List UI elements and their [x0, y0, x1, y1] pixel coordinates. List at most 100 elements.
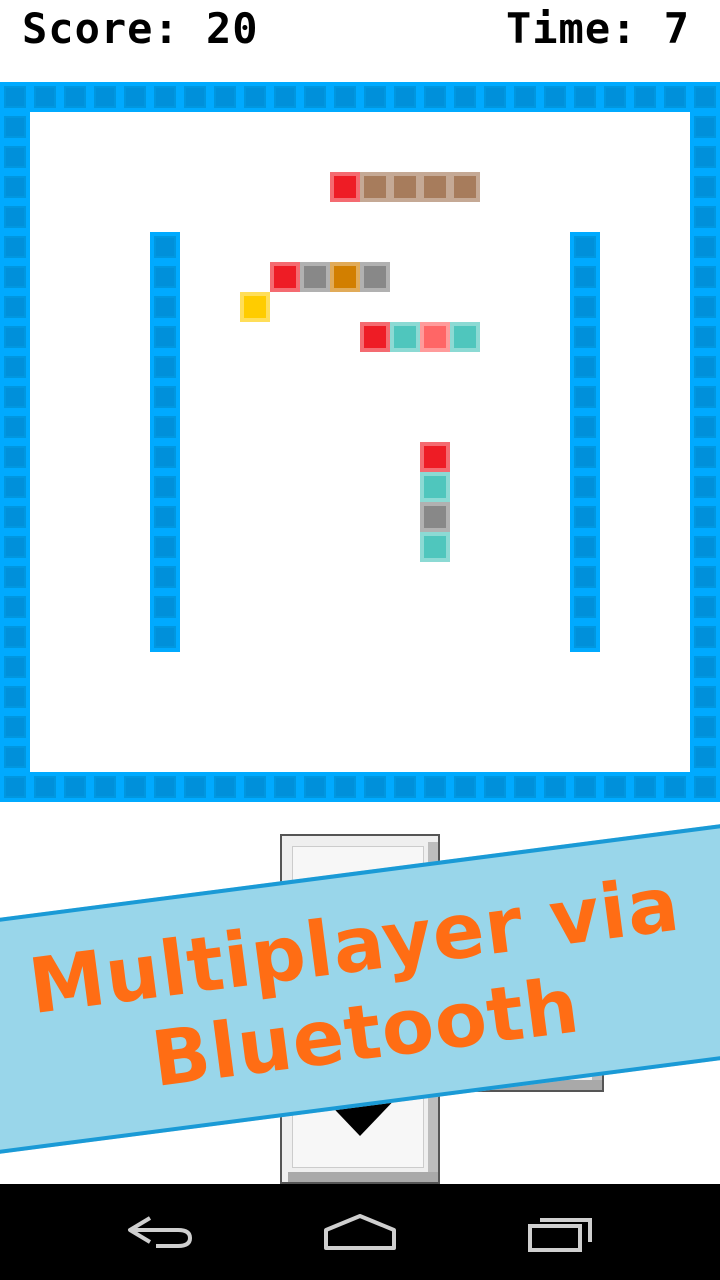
- wall-block: [690, 772, 720, 802]
- wall-block: [0, 532, 30, 562]
- wall-block: [210, 82, 240, 112]
- wall-block: [570, 442, 600, 472]
- wall-block: [300, 772, 330, 802]
- wall-block: [150, 412, 180, 442]
- snake-4-segment: [420, 472, 450, 502]
- wall-block: [630, 772, 660, 802]
- wall-block: [690, 202, 720, 232]
- down-button-shade-bottom: [288, 1172, 438, 1182]
- wall-block: [120, 772, 150, 802]
- recents-button[interactable]: [520, 1208, 600, 1256]
- wall-block: [0, 772, 30, 802]
- wall-block: [540, 772, 570, 802]
- wall-block: [240, 772, 270, 802]
- wall-block: [690, 742, 720, 772]
- wall-block: [300, 82, 330, 112]
- wall-block: [0, 82, 30, 112]
- wall-block: [570, 562, 600, 592]
- navigation-bar: [0, 1184, 720, 1280]
- wall-block: [570, 382, 600, 412]
- wall-block: [150, 82, 180, 112]
- wall-block: [150, 262, 180, 292]
- wall-block: [630, 82, 660, 112]
- wall-block: [270, 772, 300, 802]
- wall-block: [30, 82, 60, 112]
- wall-block: [0, 622, 30, 652]
- wall-block: [150, 292, 180, 322]
- snake-2-segment: [330, 262, 360, 292]
- wall-block: [570, 622, 600, 652]
- wall-block: [690, 292, 720, 322]
- wall-block: [240, 82, 270, 112]
- recents-icon: [528, 1218, 592, 1252]
- wall-block: [510, 82, 540, 112]
- wall-block: [330, 772, 360, 802]
- wall-block: [0, 142, 30, 172]
- snake-1-head: [330, 172, 360, 202]
- wall-block: [570, 322, 600, 352]
- wall-block: [570, 532, 600, 562]
- snake-3-head: [360, 322, 390, 352]
- wall-block: [420, 82, 450, 112]
- wall-block: [360, 82, 390, 112]
- wall-block: [690, 382, 720, 412]
- wall-block: [420, 772, 450, 802]
- wall-block: [690, 502, 720, 532]
- snake-3-segment: [420, 322, 450, 352]
- wall-block: [510, 772, 540, 802]
- wall-block: [0, 502, 30, 532]
- snake-1-segment: [390, 172, 420, 202]
- wall-block: [90, 82, 120, 112]
- wall-block: [150, 502, 180, 532]
- wall-block: [90, 772, 120, 802]
- wall-block: [450, 82, 480, 112]
- back-button[interactable]: [120, 1208, 200, 1256]
- wall-block: [690, 352, 720, 382]
- wall-block: [570, 82, 600, 112]
- snake-2-segment: [360, 262, 390, 292]
- wall-block: [570, 292, 600, 322]
- wall-block: [150, 592, 180, 622]
- wall-block: [690, 262, 720, 292]
- snake-3-segment: [450, 322, 480, 352]
- wall-block: [690, 562, 720, 592]
- wall-block: [150, 322, 180, 352]
- wall-block: [0, 112, 30, 142]
- time-label: Time: 7: [505, 4, 690, 53]
- snake-3-segment: [390, 322, 420, 352]
- wall-block: [660, 82, 690, 112]
- wall-block: [0, 262, 30, 292]
- wall-block: [210, 772, 240, 802]
- wall-block: [60, 772, 90, 802]
- wall-block: [390, 82, 420, 112]
- wall-block: [570, 592, 600, 622]
- wall-block: [690, 172, 720, 202]
- wall-block: [0, 652, 30, 682]
- snake-4-segment: [420, 532, 450, 562]
- wall-block: [120, 82, 150, 112]
- wall-block: [570, 262, 600, 292]
- wall-block: [570, 502, 600, 532]
- wall-block: [0, 322, 30, 352]
- wall-block: [180, 772, 210, 802]
- wall-block: [150, 532, 180, 562]
- wall-block: [0, 382, 30, 412]
- game-board[interactable]: [0, 82, 720, 802]
- wall-block: [30, 772, 60, 802]
- wall-block: [690, 712, 720, 742]
- home-icon: [324, 1214, 396, 1250]
- wall-block: [690, 322, 720, 352]
- wall-block: [0, 562, 30, 592]
- wall-block: [570, 772, 600, 802]
- wall-block: [390, 772, 420, 802]
- wall-block: [570, 232, 600, 262]
- wall-block: [150, 382, 180, 412]
- snake-1-segment: [360, 172, 390, 202]
- wall-block: [0, 682, 30, 712]
- snake-1-segment: [450, 172, 480, 202]
- home-button[interactable]: [320, 1208, 400, 1256]
- wall-block: [360, 772, 390, 802]
- wall-block: [690, 82, 720, 112]
- wall-block: [150, 562, 180, 592]
- wall-block: [600, 82, 630, 112]
